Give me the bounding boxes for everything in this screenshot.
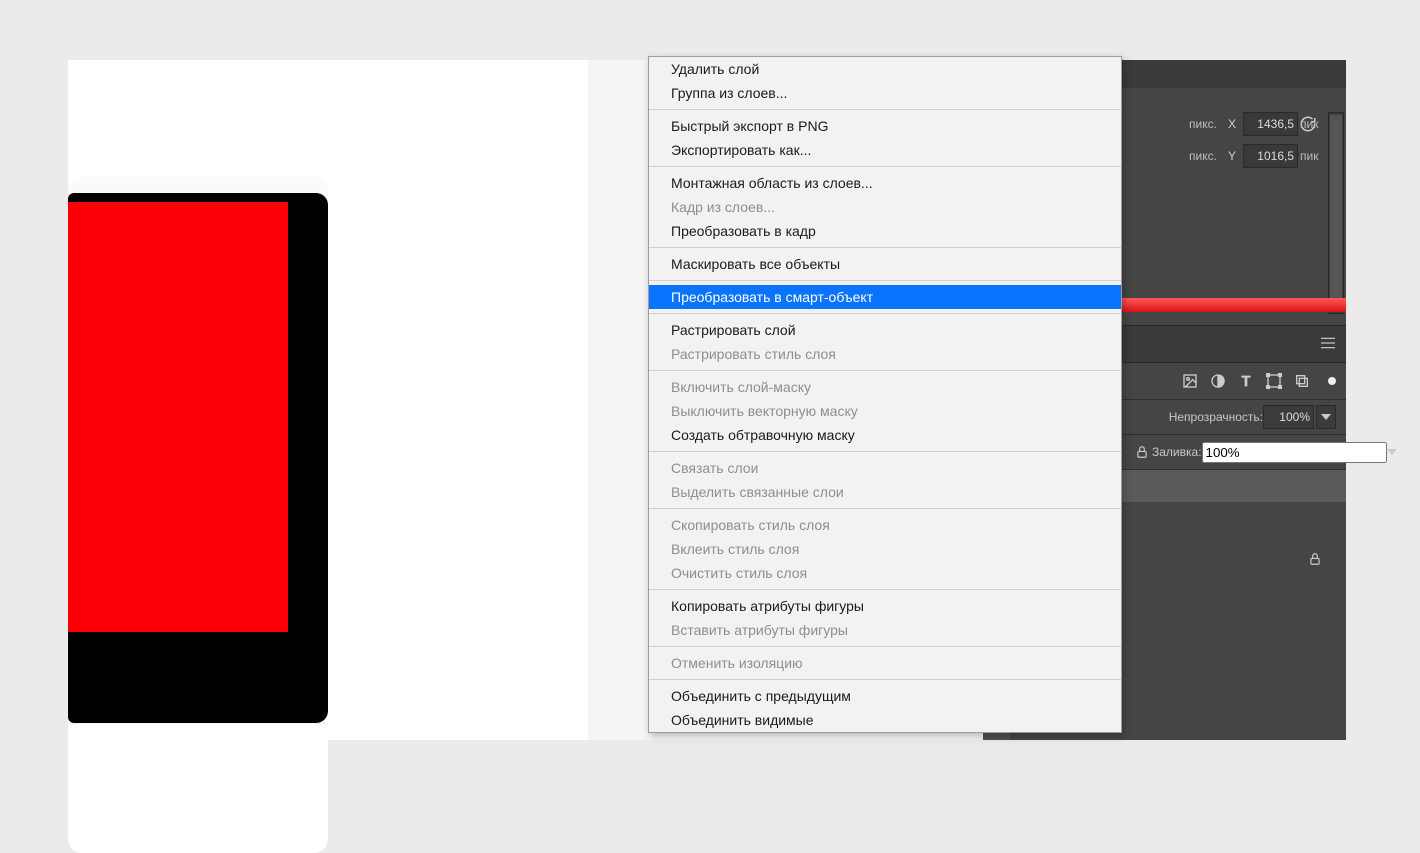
menu-item: Выключить векторную маску: [649, 399, 1121, 423]
menu-item: Скопировать стиль слоя: [649, 513, 1121, 537]
opacity-label: Непрозрачность:: [1169, 410, 1263, 424]
menu-item[interactable]: Преобразовать в кадр: [649, 219, 1121, 243]
menu-item[interactable]: Создать обтравочную маску: [649, 423, 1121, 447]
opacity-input[interactable]: [1263, 405, 1314, 429]
menu-item[interactable]: Удалить слой: [649, 57, 1121, 81]
menu-item[interactable]: Объединить с предыдущим: [649, 684, 1121, 708]
menu-separator: [649, 508, 1121, 509]
menu-item[interactable]: Растрировать слой: [649, 318, 1121, 342]
app-stage: а фигуры пикс. X пик пикс. Y: [68, 60, 1346, 740]
device-bottom: [68, 723, 328, 853]
menu-separator: [649, 247, 1121, 248]
menu-item: Включить слой-маску: [649, 375, 1121, 399]
prop-x-unit: пик: [1298, 117, 1326, 131]
menu-separator: [649, 370, 1121, 371]
menu-item[interactable]: Группа из слоев...: [649, 81, 1121, 105]
lock-icon[interactable]: [1304, 548, 1326, 570]
menu-item[interactable]: Экспортировать как...: [649, 138, 1121, 162]
prop-y-prefix-unit: пикс.: [1189, 149, 1221, 163]
menu-item[interactable]: Объединить видимые: [649, 708, 1121, 732]
menu-item: Растрировать стиль слоя: [649, 342, 1121, 366]
layer-context-menu[interactable]: Удалить слойГруппа из слоев... Быстрый эк…: [648, 56, 1122, 733]
menu-item[interactable]: Маскировать все объекты: [649, 252, 1121, 276]
menu-separator: [649, 646, 1121, 647]
filter-shape-icon[interactable]: [1264, 371, 1284, 391]
device-bezel: [68, 193, 328, 723]
menu-item: Вставить атрибуты фигуры: [649, 618, 1121, 642]
fill-input[interactable]: [1202, 442, 1387, 463]
document-canvas[interactable]: [68, 60, 588, 740]
menu-item: Связать слои: [649, 456, 1121, 480]
fill-caret[interactable]: [1387, 447, 1397, 457]
filter-pixel-icon[interactable]: [1180, 371, 1200, 391]
device-mockup: [68, 175, 328, 770]
opacity-caret[interactable]: [1316, 405, 1336, 429]
menu-item: Выделить связанные слои: [649, 480, 1121, 504]
menu-item: Очистить стиль слоя: [649, 561, 1121, 585]
prop-y-label: Y: [1221, 149, 1243, 163]
prop-x-label: X: [1221, 117, 1243, 131]
menu-separator: [649, 109, 1121, 110]
lock-all-icon[interactable]: [1132, 442, 1152, 462]
menu-item: Вклеить стиль слоя: [649, 537, 1121, 561]
menu-item[interactable]: Преобразовать в смарт-объект: [649, 285, 1121, 309]
prop-y-input[interactable]: [1243, 144, 1298, 168]
menu-separator: [649, 451, 1121, 452]
menu-item: Кадр из слоев...: [649, 195, 1121, 219]
prop-x-input[interactable]: [1243, 112, 1298, 136]
menu-separator: [649, 313, 1121, 314]
filter-toggle-dot[interactable]: [1328, 377, 1336, 385]
menu-item[interactable]: Быстрый экспорт в PNG: [649, 114, 1121, 138]
filter-smart-icon[interactable]: [1292, 371, 1312, 391]
panel-menu-icon[interactable]: [1320, 336, 1336, 350]
prop-y-unit: пик: [1298, 149, 1326, 163]
menu-item: Отменить изоляцию: [649, 651, 1121, 675]
menu-item[interactable]: Монтажная область из слоев...: [649, 171, 1121, 195]
menu-separator: [649, 166, 1121, 167]
shape-rectangle-red[interactable]: [68, 202, 288, 632]
menu-separator: [649, 679, 1121, 680]
filter-text-icon[interactable]: [1236, 371, 1256, 391]
menu-separator: [649, 280, 1121, 281]
fill-label: Заливка:: [1152, 445, 1202, 459]
menu-item[interactable]: Копировать атрибуты фигуры: [649, 594, 1121, 618]
menu-separator: [649, 589, 1121, 590]
filter-adjust-icon[interactable]: [1208, 371, 1228, 391]
prop-x-prefix-unit: пикс.: [1189, 117, 1221, 131]
